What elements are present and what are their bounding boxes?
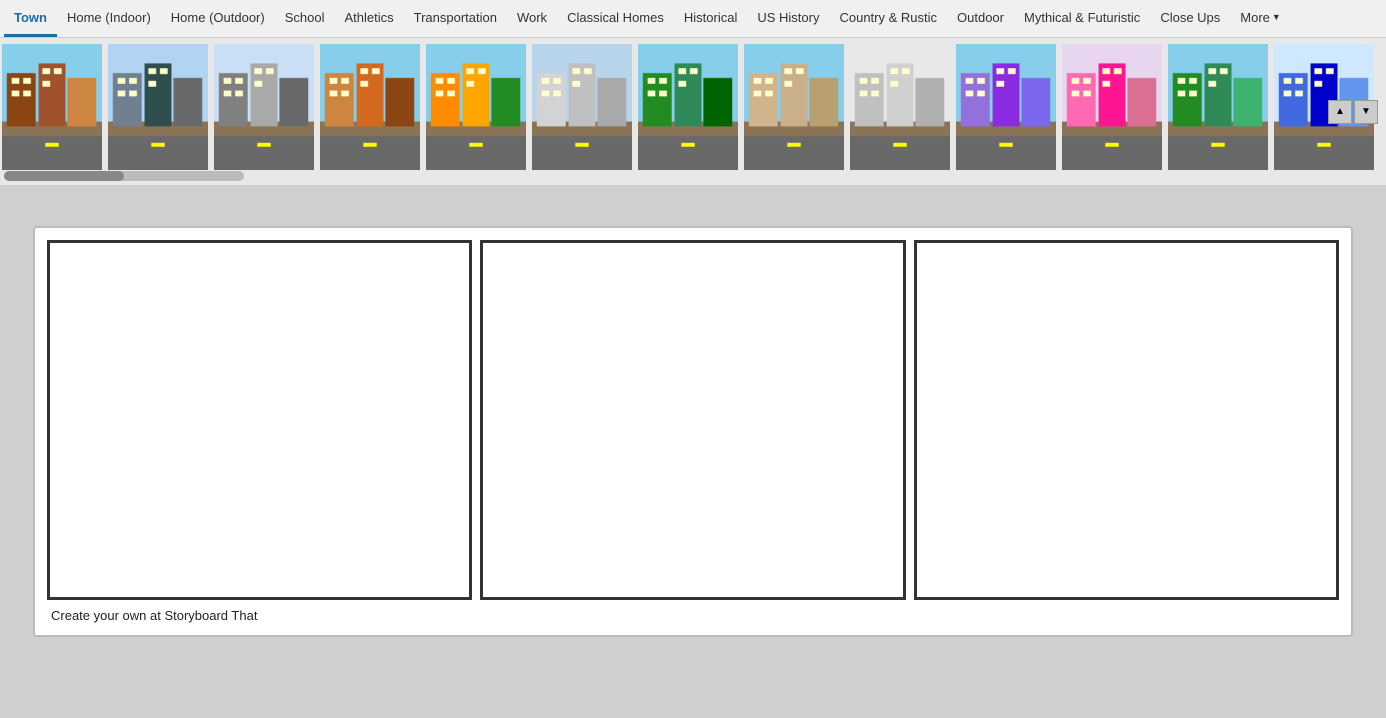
thumb-item-11[interactable] — [1166, 42, 1270, 172]
scrollbar-track[interactable] — [4, 171, 244, 181]
thumb-item-3[interactable] — [318, 42, 422, 172]
nav-item-us-history[interactable]: US History — [747, 0, 829, 37]
storyboard-caption: Create your own at Storyboard That — [47, 608, 1339, 623]
nav-item-town[interactable]: Town — [4, 0, 57, 37]
thumb-canvas-7 — [744, 44, 844, 170]
thumb-item-1[interactable] — [106, 42, 210, 172]
strip-arrows: ▲ ▼ — [1328, 100, 1378, 124]
panel1-scene — [50, 243, 469, 597]
nav-item-work[interactable]: Work — [507, 0, 557, 37]
scrollbar-thumb[interactable] — [4, 171, 124, 181]
panel2-scene — [483, 243, 902, 597]
strip-arrow-down[interactable]: ▼ — [1354, 100, 1378, 124]
thumb-canvas-10 — [1062, 44, 1162, 170]
nav-item-country---rustic[interactable]: Country & Rustic — [829, 0, 947, 37]
nav-item-close-ups[interactable]: Close Ups — [1150, 0, 1230, 37]
panel-1[interactable] — [47, 240, 472, 600]
nav-item-classical-homes[interactable]: Classical Homes — [557, 0, 674, 37]
thumb-canvas-5 — [532, 44, 632, 170]
nav-item-mythical---futuristic[interactable]: Mythical & Futuristic — [1014, 0, 1150, 37]
thumb-canvas-2 — [214, 44, 314, 170]
thumb-canvas-8 — [850, 44, 950, 170]
strip-arrow-up[interactable]: ▲ — [1328, 100, 1352, 124]
panel-2[interactable] — [480, 240, 905, 600]
thumb-canvas-4 — [426, 44, 526, 170]
thumb-item-10[interactable] — [1060, 42, 1164, 172]
thumb-item-5[interactable] — [530, 42, 634, 172]
nav-item-home--indoor-[interactable]: Home (Indoor) — [57, 0, 161, 37]
thumb-item-7[interactable] — [742, 42, 846, 172]
thumb-item-4[interactable] — [424, 42, 528, 172]
nav-item-athletics[interactable]: Athletics — [334, 0, 403, 37]
thumbnail-strip-container: ▲ ▼ — [0, 38, 1386, 186]
storyboard: Create your own at Storyboard That — [33, 226, 1353, 637]
panels-row — [47, 240, 1339, 600]
thumb-item-0[interactable] — [0, 42, 104, 172]
thumb-canvas-1 — [108, 44, 208, 170]
strip-scrollbar[interactable] — [0, 171, 1386, 181]
thumb-canvas-3 — [320, 44, 420, 170]
thumb-item-2[interactable] — [212, 42, 316, 172]
nav-item-outdoor[interactable]: Outdoor — [947, 0, 1014, 37]
nav-item-transportation[interactable]: Transportation — [404, 0, 507, 37]
thumb-canvas-9 — [956, 44, 1056, 170]
thumb-item-8[interactable] — [848, 42, 952, 172]
nav-bar: TownHome (Indoor)Home (Outdoor)SchoolAth… — [0, 0, 1386, 38]
thumb-canvas-0 — [2, 44, 102, 170]
main-area: Create your own at Storyboard That — [0, 186, 1386, 657]
nav-item-school[interactable]: School — [275, 0, 335, 37]
thumb-canvas-6 — [638, 44, 738, 170]
panel-3[interactable] — [914, 240, 1339, 600]
nav-item-home--outdoor-[interactable]: Home (Outdoor) — [161, 0, 275, 37]
nav-item-more[interactable]: More — [1230, 0, 1291, 37]
nav-item-historical[interactable]: Historical — [674, 0, 747, 37]
thumb-item-6[interactable] — [636, 42, 740, 172]
thumb-item-9[interactable] — [954, 42, 1058, 172]
thumb-canvas-11 — [1168, 44, 1268, 170]
thumbnail-strip — [0, 38, 1386, 176]
